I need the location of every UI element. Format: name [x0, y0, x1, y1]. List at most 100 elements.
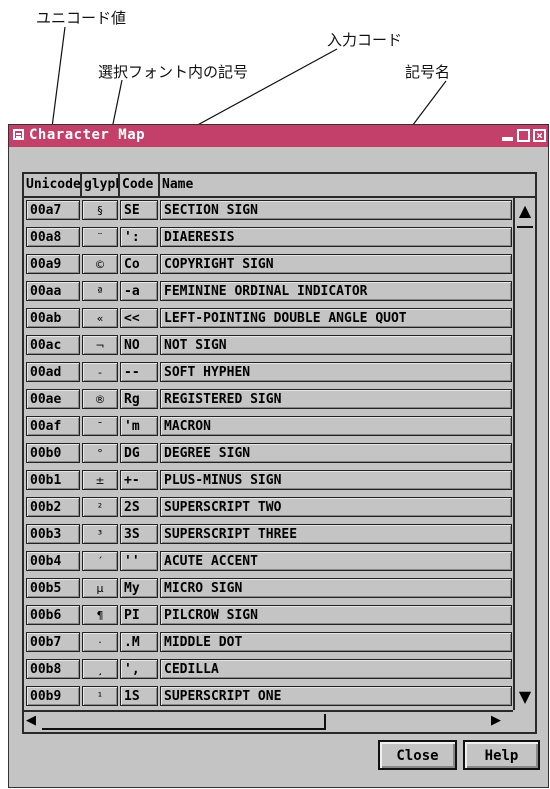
unicode-cell: 00ac — [26, 335, 80, 355]
unicode-cell: 00ab — [26, 308, 80, 328]
name-cell: PILCROW SIGN — [160, 605, 512, 625]
glyph-cell: ® — [82, 389, 118, 409]
table-row[interactable]: 00ac ¬ NO NOT SIGN — [24, 333, 514, 357]
name-cell: REGISTERED SIGN — [160, 389, 512, 409]
code-cell: 1S — [120, 686, 158, 706]
glyph-cell: ³ — [82, 524, 118, 544]
code-cell: 2S — [120, 497, 158, 517]
column-header-code[interactable]: Code — [120, 174, 160, 196]
glyph-cell: ¹ — [82, 686, 118, 706]
name-cell: PLUS-MINUS SIGN — [160, 470, 512, 490]
annotation-input-code: 入力コード — [327, 31, 403, 49]
code-cell: Rg — [120, 389, 158, 409]
table-row[interactable]: 00b9 ¹ 1S SUPERSCRIPT ONE — [24, 684, 514, 708]
unicode-cell: 00a7 — [26, 200, 80, 220]
name-cell: DEGREE SIGN — [160, 443, 512, 463]
unicode-cell: 00a8 — [26, 227, 80, 247]
table-row[interactable]: 00b6 ¶ PI PILCROW SIGN — [24, 603, 514, 627]
glyph-cell: § — [82, 200, 118, 220]
unicode-cell: 00b5 — [26, 578, 80, 598]
unicode-cell: 00b9 — [26, 686, 80, 706]
vertical-scrollbar[interactable]: ▲ ▼ — [513, 198, 535, 710]
table-row[interactable]: 00ad - -- SOFT HYPHEN — [24, 360, 514, 384]
scroll-right-icon[interactable]: ▶ — [491, 712, 507, 730]
glyph-cell: ¨ — [82, 227, 118, 247]
table-row[interactable]: 00b4 ´ '' ACUTE ACCENT — [24, 549, 514, 573]
scroll-up-icon[interactable]: ▲ — [517, 200, 533, 222]
unicode-cell: 00a9 — [26, 254, 80, 274]
name-cell: SUPERSCRIPT ONE — [160, 686, 512, 706]
unicode-cell: 00b2 — [26, 497, 80, 517]
code-cell: SE — [120, 200, 158, 220]
unicode-cell: 00b4 — [26, 551, 80, 571]
glyph-cell: « — [82, 308, 118, 328]
glyph-cell: ± — [82, 470, 118, 490]
code-cell: -- — [120, 362, 158, 382]
table-row[interactable]: 00b2 ² 2S SUPERSCRIPT TWO — [24, 495, 514, 519]
table-row[interactable]: 00ae ® Rg REGISTERED SIGN — [24, 387, 514, 411]
table-row[interactable]: 00af ¯'m MACRON — [24, 414, 514, 438]
code-cell: 'm — [120, 416, 158, 436]
scroll-left-icon[interactable]: ◀ — [26, 712, 42, 730]
table-row[interactable]: 00b1 ± +- PLUS-MINUS SIGN — [24, 468, 514, 492]
close-button[interactable]: Close — [378, 740, 457, 770]
scroll-down-icon[interactable]: ▼ — [517, 686, 533, 708]
name-cell: MIDDLE DOT — [160, 632, 512, 652]
vertical-scroll-thumb[interactable] — [517, 226, 533, 428]
column-header-glyph[interactable]: glyph — [82, 174, 120, 196]
annotation-unicode-value: ユニコード値 — [36, 9, 127, 27]
name-cell: ACUTE ACCENT — [160, 551, 512, 571]
glyph-cell: ¸ — [82, 659, 118, 679]
table-row[interactable]: 00a7 § SE SECTION SIGN — [24, 198, 514, 222]
code-cell: .M — [120, 632, 158, 652]
table-row[interactable]: 00a8 ¨ ': DIAERESIS — [24, 225, 514, 249]
name-cell: SECTION SIGN — [160, 200, 512, 220]
name-cell: CEDILLA — [160, 659, 512, 679]
code-cell: Co — [120, 254, 158, 274]
unicode-cell: 00ae — [26, 389, 80, 409]
table-header: Unicode glyph Code Name — [24, 174, 535, 198]
minimize-icon[interactable] — [501, 129, 514, 142]
table-row[interactable]: 00ab «<< LEFT-POINTING DOUBLE ANGLE QUOT — [24, 306, 514, 330]
name-cell: SOFT HYPHEN — [160, 362, 512, 382]
horizontal-scroll-thumb[interactable] — [42, 714, 326, 730]
code-cell: 3S — [120, 524, 158, 544]
table-row[interactable]: 00b5 µ My MICRO SIGN — [24, 576, 514, 600]
unicode-cell: 00b6 — [26, 605, 80, 625]
unicode-cell: 00b0 — [26, 443, 80, 463]
glyph-cell: ¯ — [82, 416, 118, 436]
glyph-cell: ´ — [82, 551, 118, 571]
name-cell: SUPERSCRIPT THREE — [160, 524, 512, 544]
name-cell: NOT SIGN — [160, 335, 512, 355]
code-cell: +- — [120, 470, 158, 490]
table-row[interactable]: 00b3 ³ 3S SUPERSCRIPT THREE — [24, 522, 514, 546]
glyph-cell: ¬ — [82, 335, 118, 355]
code-cell: NO — [120, 335, 158, 355]
code-cell: -a — [120, 281, 158, 301]
character-map-window: Character Map × Unicode glyph Code Name … — [8, 124, 549, 788]
code-cell: << — [120, 308, 158, 328]
table-row[interactable]: 00a9 © Co COPYRIGHT SIGN — [24, 252, 514, 276]
horizontal-scrollbar[interactable]: ◀ ▶ — [24, 710, 513, 732]
name-cell: SUPERSCRIPT TWO — [160, 497, 512, 517]
code-cell: PI — [120, 605, 158, 625]
table-row[interactable]: 00aa ª -a FEMININE ORDINAL INDICATOR — [24, 279, 514, 303]
table-row[interactable]: 00b7 · .M MIDDLE DOT — [24, 630, 514, 654]
table-body: 00a7 § SE SECTION SIGN 00a8 ¨ ': DIAERESIS 00a9 ©… — [24, 198, 514, 710]
window-menu-icon[interactable] — [13, 129, 24, 140]
title-bar[interactable]: Character Map × — [9, 125, 548, 147]
column-header-name[interactable]: Name — [160, 174, 535, 196]
code-cell: ': — [120, 227, 158, 247]
glyph-cell: © — [82, 254, 118, 274]
glyph-cell: ° — [82, 443, 118, 463]
name-cell: FEMININE ORDINAL INDICATOR — [160, 281, 512, 301]
code-cell: ', — [120, 659, 158, 679]
name-cell: MACRON — [160, 416, 512, 436]
table-row[interactable]: 00b8 ¸ ', CEDILLA — [24, 657, 514, 681]
column-header-unicode[interactable]: Unicode — [24, 174, 82, 196]
name-cell: COPYRIGHT SIGN — [160, 254, 512, 274]
table-row[interactable]: 00b0 ° DG DEGREE SIGN — [24, 441, 514, 465]
help-button[interactable]: Help — [463, 740, 540, 770]
maximize-icon[interactable] — [517, 129, 530, 142]
close-icon[interactable]: × — [533, 129, 546, 142]
